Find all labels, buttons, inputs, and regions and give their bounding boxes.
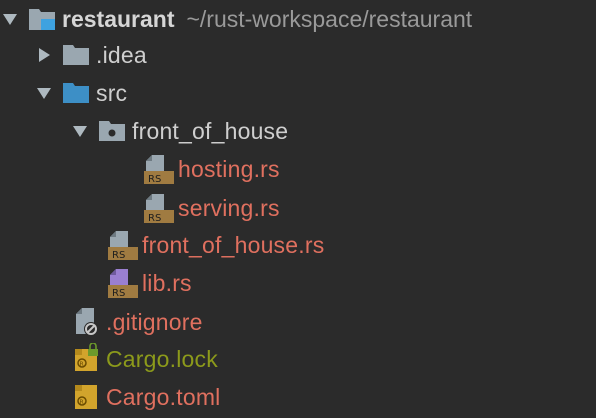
- tree-row-serving-rs[interactable]: RS serving.rs: [142, 189, 280, 227]
- rs-badge-text: RS: [148, 174, 161, 185]
- tree-row-idea[interactable]: .idea: [34, 36, 147, 74]
- tree-row-front-of-house-rs[interactable]: RS front_of_house.rs: [106, 226, 324, 264]
- rust-file-icon: RS: [106, 229, 138, 261]
- tree-label-serving-rs: serving.rs: [178, 194, 280, 221]
- tree-label-front-of-house-rs: front_of_house.rs: [142, 231, 325, 258]
- ignored-file-icon: [70, 306, 102, 338]
- tree-label-hosting-rs: hosting.rs: [178, 155, 280, 182]
- project-folder-icon: [26, 3, 58, 35]
- tree-label-gitignore: .gitignore: [106, 308, 203, 335]
- tree-label-front-of-house-folder: front_of_house: [132, 117, 289, 144]
- folder-icon: [60, 39, 92, 71]
- tree-row-hosting-rs[interactable]: RS hosting.rs: [142, 150, 280, 188]
- tree-label-cargo-toml: Cargo.toml: [106, 383, 221, 410]
- chevron-down-icon[interactable]: [70, 121, 90, 141]
- chevron-right-icon[interactable]: [34, 45, 54, 65]
- package-folder-icon: [96, 115, 128, 147]
- tree-label-cargo-lock: Cargo.lock: [106, 345, 218, 372]
- chevron-down-icon[interactable]: [0, 9, 20, 29]
- cargo-toml-icon: R: [70, 381, 102, 413]
- svg-text:R: R: [80, 361, 84, 368]
- tree-row-cargo-lock[interactable]: R Cargo.lock: [70, 340, 218, 378]
- project-path: ~/rust-workspace/restaurant: [186, 5, 473, 32]
- tree-row-front-of-house-folder[interactable]: front_of_house: [70, 112, 288, 150]
- rust-file-icon: RS: [142, 153, 174, 185]
- tree-row-restaurant[interactable]: restaurant ~/rust-workspace/restaurant: [0, 0, 472, 38]
- project-name: restaurant: [62, 5, 175, 32]
- rust-file-icon: RS: [142, 192, 174, 224]
- tree-label-idea: .idea: [96, 41, 147, 68]
- rs-badge-text: RS: [112, 288, 125, 299]
- source-folder-icon: [60, 77, 92, 109]
- tree-label-lib-rs: lib.rs: [142, 269, 192, 296]
- cargo-lock-icon: R: [70, 343, 102, 375]
- tree-row-gitignore[interactable]: .gitignore: [70, 303, 203, 341]
- tree-label-src: src: [96, 79, 128, 106]
- rust-lib-file-icon: RS: [106, 267, 138, 299]
- project-tree: restaurant ~/rust-workspace/restaurant .…: [0, 0, 596, 418]
- rs-badge-text: RS: [148, 213, 161, 224]
- tree-row-cargo-toml[interactable]: R Cargo.toml: [70, 378, 220, 416]
- chevron-down-icon[interactable]: [34, 83, 54, 103]
- tree-row-lib-rs[interactable]: RS lib.rs: [106, 264, 192, 302]
- rs-badge-text: RS: [112, 250, 125, 261]
- svg-text:R: R: [80, 399, 84, 406]
- tree-row-src[interactable]: src: [34, 74, 127, 112]
